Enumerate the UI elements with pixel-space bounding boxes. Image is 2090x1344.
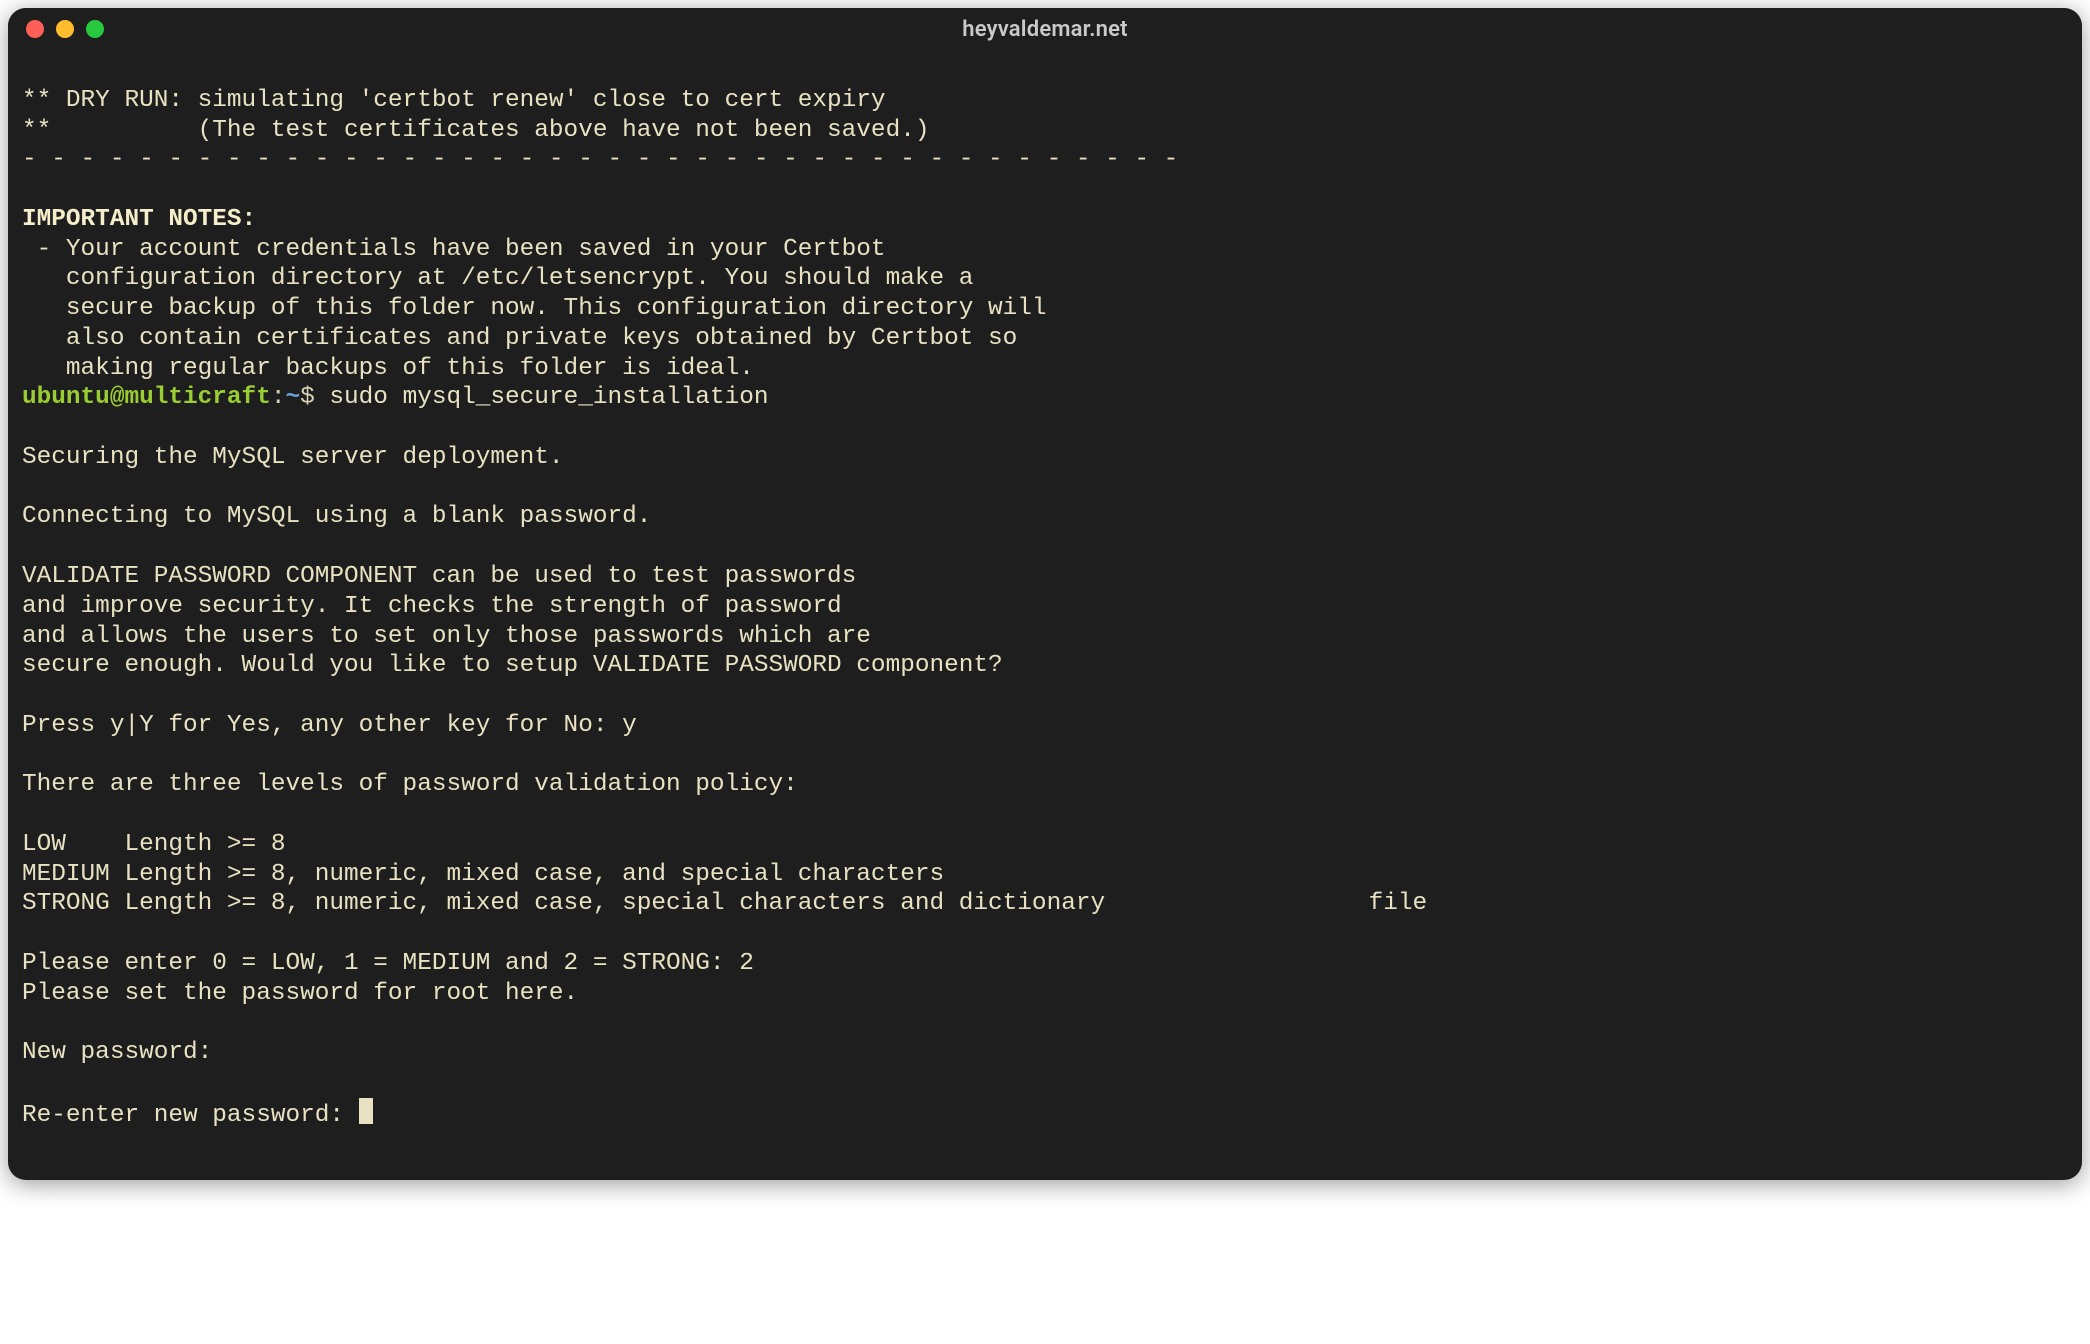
output-line: secure backup of this folder now. This c…: [22, 295, 1047, 322]
traffic-lights: [26, 20, 104, 38]
output-line: Please enter 0 = LOW, 1 = MEDIUM and 2 =…: [22, 950, 754, 977]
prompt-symbol: $: [300, 384, 329, 411]
output-line: VALIDATE PASSWORD COMPONENT can be used …: [22, 563, 856, 590]
terminal-body[interactable]: ** DRY RUN: simulating 'certbot renew' c…: [8, 50, 2082, 1180]
output-line: and improve security. It checks the stre…: [22, 593, 842, 620]
cursor-icon: [359, 1098, 373, 1124]
output-line: There are three levels of password valid…: [22, 771, 798, 798]
close-icon[interactable]: [26, 20, 44, 38]
titlebar: heyvaldemar.net: [8, 8, 2082, 50]
output-line: Securing the MySQL server deployment.: [22, 444, 564, 471]
output-line: making regular backups of this folder is…: [22, 355, 754, 382]
prompt-text: Re-enter new password:: [22, 1102, 359, 1129]
window-title: heyvaldemar.net: [962, 17, 1128, 42]
input-line[interactable]: Re-enter new password:: [22, 1102, 373, 1129]
zoom-icon[interactable]: [86, 20, 104, 38]
output-line: - Your account credentials have been sav…: [22, 236, 886, 263]
output-line: LOW Length >= 8: [22, 831, 285, 858]
terminal-window: heyvaldemar.net ** DRY RUN: simulating '…: [8, 8, 2082, 1180]
output-line: secure enough. Would you like to setup V…: [22, 652, 1003, 679]
output-heading: IMPORTANT NOTES:: [22, 206, 256, 233]
prompt-path: ~: [285, 384, 300, 411]
output-line: ** (The test certificates above have not…: [22, 117, 929, 144]
output-line: STRONG Length >= 8, numeric, mixed case,…: [22, 890, 1427, 917]
output-line: Connecting to MySQL using a blank passwo…: [22, 503, 651, 530]
output-line: also contain certificates and private ke…: [22, 325, 1017, 352]
minimize-icon[interactable]: [56, 20, 74, 38]
output-line: New password:: [22, 1039, 212, 1066]
prompt-user-host: ubuntu@multicraft: [22, 384, 271, 411]
output-line: and allows the users to set only those p…: [22, 623, 871, 650]
output-line: - - - - - - - - - - - - - - - - - - - - …: [22, 146, 1178, 173]
command-text: sudo mysql_secure_installation: [329, 384, 768, 411]
output-line: configuration directory at /etc/letsencr…: [22, 265, 973, 292]
prompt-colon: :: [271, 384, 286, 411]
output-line: Press y|Y for Yes, any other key for No:…: [22, 712, 637, 739]
output-line: ** DRY RUN: simulating 'certbot renew' c…: [22, 87, 886, 114]
prompt-line: ubuntu@multicraft:~$ sudo mysql_secure_i…: [22, 384, 769, 411]
output-line: Please set the password for root here.: [22, 980, 578, 1007]
output-line: MEDIUM Length >= 8, numeric, mixed case,…: [22, 861, 944, 888]
